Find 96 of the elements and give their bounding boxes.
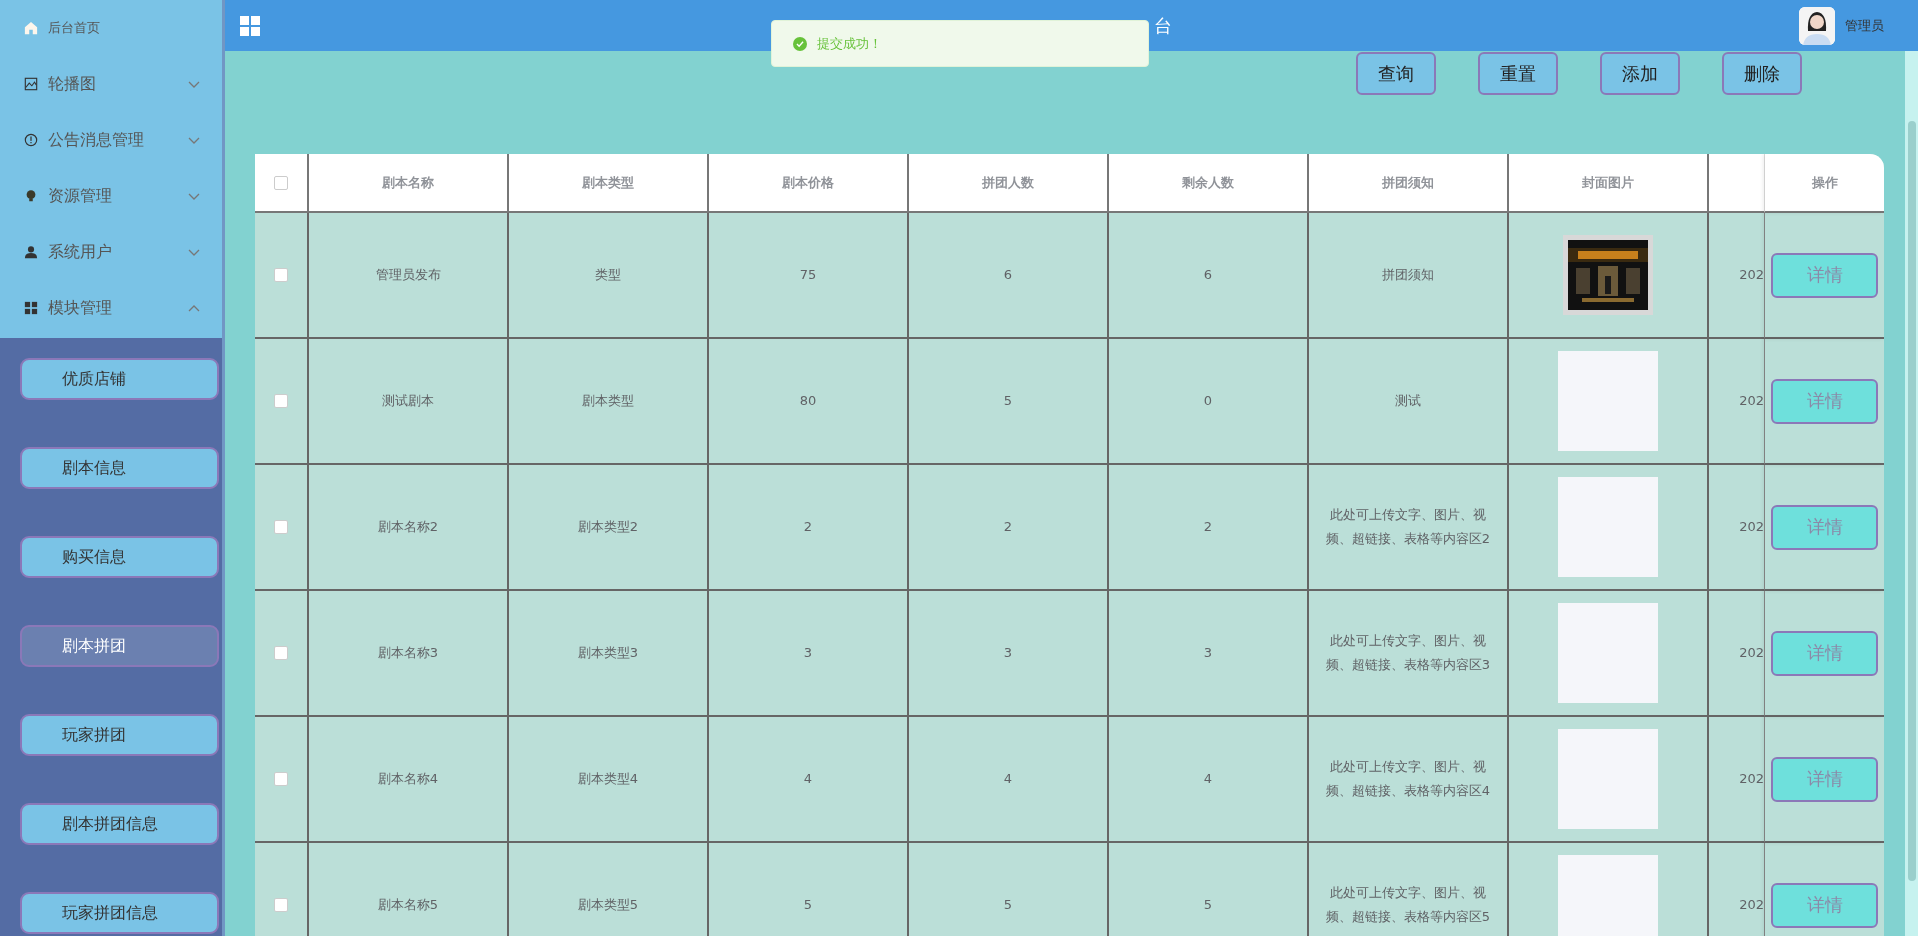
column-header: 剧本类型 [509,154,709,213]
sidebar-item[interactable]: 轮播图 [0,56,222,112]
sidebar-item[interactable]: 模块管理 [0,280,222,336]
column-header: 封面图片 [1509,154,1709,213]
details-button[interactable]: 详情 [1771,756,1878,802]
sidebar-item[interactable]: 后台首页 [0,0,222,56]
checkbox[interactable] [274,898,288,912]
table-cell: 剧本名称5 [309,843,509,936]
table-cell: 类型 [509,213,709,339]
column-header: 拼团人数 [909,154,1109,213]
table-cell: 拼团须知 [1309,213,1509,339]
table-cell: 剧本类型5 [509,843,709,936]
table-cell: 剧本名称3 [309,591,509,717]
menu-icon [240,15,260,36]
table-cell: 6 [1109,213,1309,339]
table-cell: 剧本名称2 [309,465,509,591]
table-cell: 202 [1709,465,1765,591]
table-cell: 202 [1709,591,1765,717]
checkbox[interactable] [274,772,288,786]
user-icon [24,245,38,259]
checkbox[interactable] [274,175,288,190]
bulb-icon [24,189,38,203]
table-cell: 管理员发布 [309,213,509,339]
column-header: 剧本名称 [309,154,509,213]
checkbox[interactable] [274,394,288,408]
table-cell: 剧本类型2 [509,465,709,591]
table-cell: 202 [1709,339,1765,465]
avatar[interactable] [1799,6,1835,45]
table-cell: 0 [1109,339,1309,465]
table-cell: 4 [709,717,909,843]
submenu-item[interactable]: 剧本拼团 [20,625,219,667]
column-header: 剧本价格 [709,154,909,213]
details-button[interactable]: 详情 [1771,378,1878,424]
toolbar-button[interactable]: 查询 [1356,52,1436,95]
table-cell: 5 [909,843,1109,936]
checkbox[interactable] [274,268,288,282]
table-cell: 80 [709,339,909,465]
submenu-item[interactable]: 优质店铺 [20,358,219,400]
table-cell: 3 [709,591,909,717]
check-circle-icon [793,36,807,51]
sidebar-item[interactable]: 公告消息管理 [0,112,222,168]
table-cell: 测试剧本 [309,339,509,465]
info-icon [24,133,38,147]
table-cell: 5 [909,339,1109,465]
table-cell: 此处可上传文字、图片、视频、超链接、表格等内容区5 [1309,843,1509,936]
submenu-item[interactable]: 剧本拼团信息 [20,803,219,845]
table-cell: 5 [709,843,909,936]
page-title: 台 [1154,13,1172,38]
table-cell: 2 [909,465,1109,591]
table-cell: 剧本名称4 [309,717,509,843]
image-icon [24,77,38,91]
table-cell: 2 [1109,465,1309,591]
table-cell: 2 [709,465,909,591]
user-name: 管理员 [1845,16,1884,35]
table-cell: 202 [1709,213,1765,339]
details-button[interactable]: 详情 [1771,252,1878,298]
table-cell: 3 [1109,591,1309,717]
person-silhouette-icon [1799,6,1835,45]
table-cell: 此处可上传文字、图片、视频、超链接、表格等内容区4 [1309,717,1509,843]
column-header [1709,154,1765,213]
scrollbar[interactable] [1905,51,1918,936]
column-header: 拼团须知 [1309,154,1509,213]
table-cell: 此处可上传文字、图片、视频、超链接、表格等内容区2 [1309,465,1509,591]
table-cell: 6 [909,213,1109,339]
checkbox[interactable] [274,646,288,660]
sidebar-item[interactable]: 资源管理 [0,168,222,224]
table-cell: 202 [1709,843,1765,936]
table-cell: 4 [1109,717,1309,843]
details-button[interactable]: 详情 [1771,630,1878,676]
sidebar-item[interactable]: 系统用户 [0,224,222,280]
submenu-item[interactable]: 玩家拼团信息 [20,892,219,934]
checkbox[interactable] [274,520,288,534]
table-cell: 75 [709,213,909,339]
home-icon [24,21,38,35]
column-header: 操作 [1765,154,1884,213]
toolbar-button[interactable]: 删除 [1722,52,1802,95]
details-button[interactable]: 详情 [1771,882,1878,928]
toolbar-button[interactable]: 添加 [1600,52,1680,95]
table-cell: 剧本类型 [509,339,709,465]
table-cell: 剧本类型4 [509,717,709,843]
submenu-item[interactable]: 玩家拼团 [20,714,219,756]
table-cell: 3 [909,591,1109,717]
table-cell: 4 [909,717,1109,843]
scrollbar-thumb[interactable] [1908,121,1916,881]
table-cell: 剧本类型3 [509,591,709,717]
submenu-item[interactable]: 购买信息 [20,536,219,578]
toast-text: 提交成功！ [817,34,882,53]
table-cell: 5 [1109,843,1309,936]
details-button[interactable]: 详情 [1771,504,1878,550]
column-header: 剩余人数 [1109,154,1309,213]
table-cell: 测试 [1309,339,1509,465]
grid-icon [24,301,38,315]
table-cell: 202 [1709,717,1765,843]
toolbar-button[interactable]: 重置 [1478,52,1558,95]
table-cell: 此处可上传文字、图片、视频、超链接、表格等内容区3 [1309,591,1509,717]
submenu-item[interactable]: 剧本信息 [20,447,219,489]
